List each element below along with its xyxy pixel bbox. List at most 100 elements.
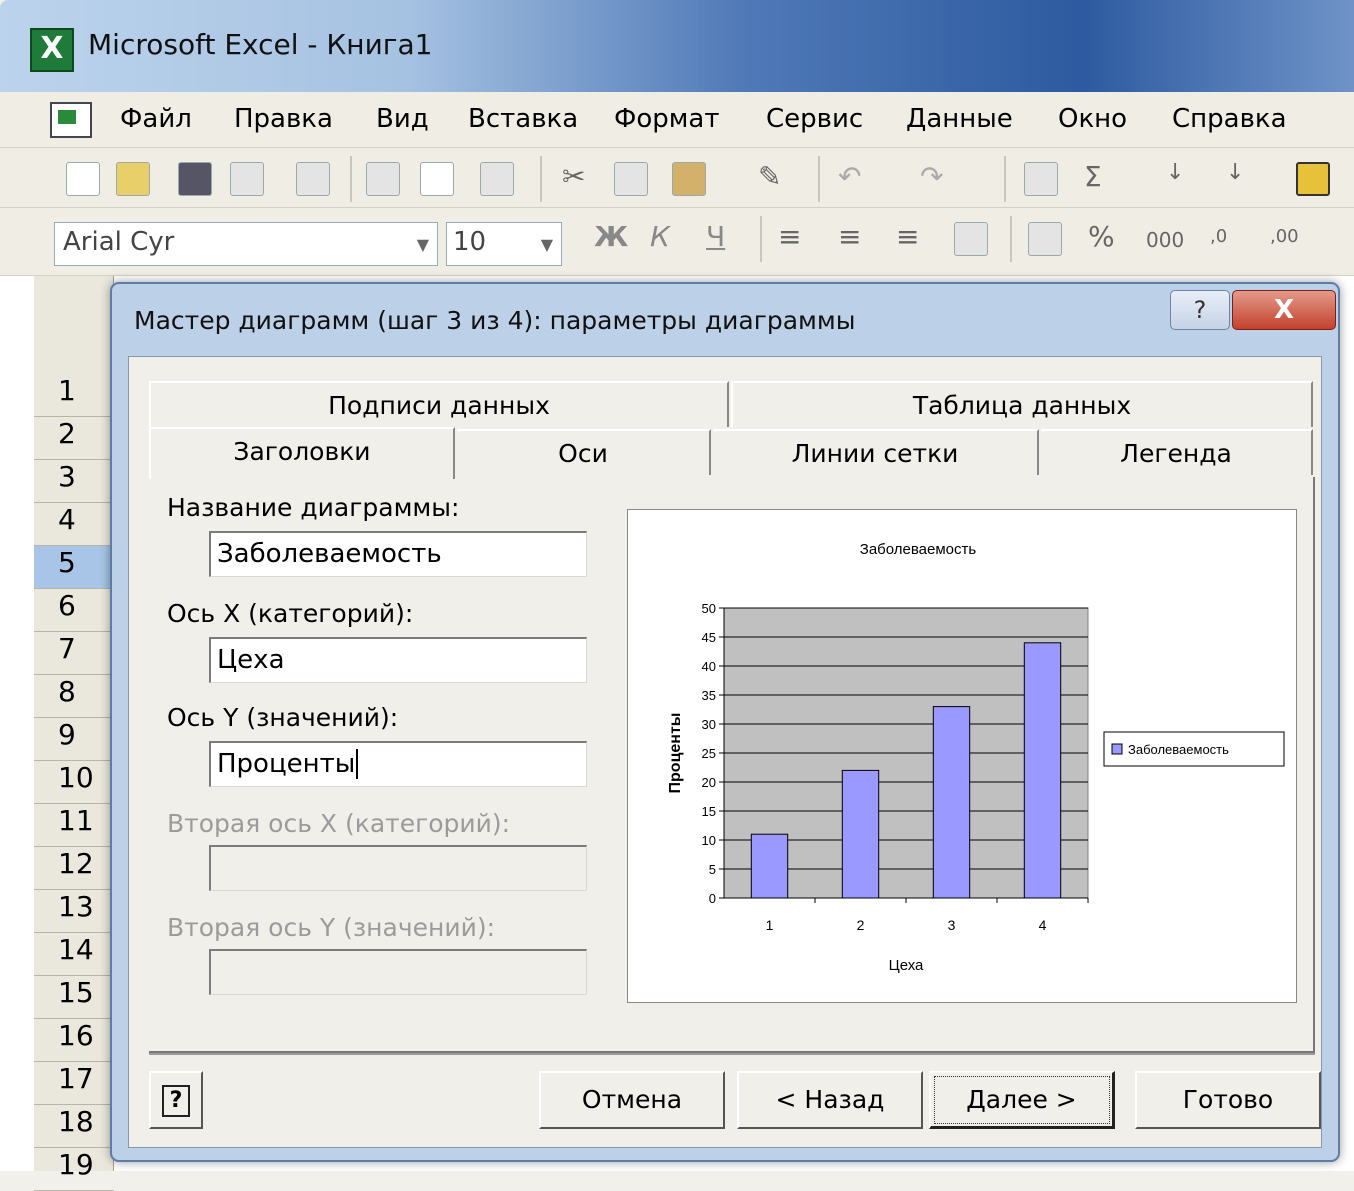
save-icon[interactable] xyxy=(178,162,212,196)
sort-ascending-icon[interactable]: ↓ xyxy=(1166,160,1184,185)
row-header[interactable]: 14 xyxy=(34,933,114,976)
open-folder-icon[interactable] xyxy=(116,162,150,196)
menu-file[interactable]: Файл xyxy=(120,104,192,134)
menu-insert[interactable]: Вставка xyxy=(468,104,578,134)
align-left-icon[interactable]: ≡ xyxy=(778,220,801,253)
underline-icon[interactable]: Ч xyxy=(706,220,725,253)
paste-icon[interactable] xyxy=(672,162,706,196)
row-header[interactable]: 6 xyxy=(34,589,114,632)
cancel-button[interactable]: Отмена xyxy=(539,1071,725,1129)
row-header[interactable]: 17 xyxy=(34,1062,114,1105)
print-preview-icon[interactable] xyxy=(420,162,454,196)
copy-icon[interactable] xyxy=(614,162,648,196)
y-tick-label: 25 xyxy=(702,746,716,761)
percent-icon[interactable]: % xyxy=(1088,220,1115,253)
row-header[interactable]: 18 xyxy=(34,1105,114,1148)
format-painter-icon[interactable]: ✎ xyxy=(758,160,781,193)
row-header[interactable]: 2 xyxy=(34,417,114,460)
row-header[interactable]: 12 xyxy=(34,847,114,890)
cut-icon[interactable]: ✂ xyxy=(562,160,585,193)
menu-data[interactable]: Данные xyxy=(906,104,1013,134)
y-tick-label: 30 xyxy=(702,717,716,732)
print-icon[interactable] xyxy=(366,162,400,196)
row-header[interactable]: 1 xyxy=(34,374,114,417)
permission-icon[interactable] xyxy=(230,162,264,196)
new-file-icon[interactable] xyxy=(66,162,100,196)
font-name-select[interactable]: Arial Cyr ▼ xyxy=(54,222,438,266)
x-tick-label: 3 xyxy=(948,917,956,933)
row-header[interactable]: 15 xyxy=(34,976,114,1019)
close-button[interactable]: X xyxy=(1232,290,1336,330)
y-axis-title-label: Ось Y (значений): xyxy=(167,703,399,732)
row-header[interactable]: 13 xyxy=(34,890,114,933)
font-size-select[interactable]: 10 ▼ xyxy=(446,222,562,266)
row-header[interactable]: 7 xyxy=(34,632,114,675)
workbook-icon[interactable] xyxy=(50,102,92,138)
finish-button[interactable]: Готово xyxy=(1135,1071,1321,1129)
menu-format[interactable]: Формат xyxy=(614,104,720,134)
y-tick-label: 15 xyxy=(702,804,716,819)
chart-title-input[interactable]: Заболеваемость xyxy=(209,531,587,577)
tab-gridlines[interactable]: Линии сетки xyxy=(713,429,1039,475)
help-title-button[interactable]: ? xyxy=(1170,290,1230,330)
row-header[interactable]: 11 xyxy=(34,804,114,847)
row-header[interactable]: 8 xyxy=(34,675,114,718)
row-header[interactable]: 3 xyxy=(34,460,114,503)
bar xyxy=(1023,642,1062,899)
autosum-icon[interactable]: Σ xyxy=(1084,160,1102,193)
menu-edit[interactable]: Правка xyxy=(234,104,333,134)
tab-data-labels[interactable]: Подписи данных xyxy=(149,381,729,427)
excel-app-icon[interactable]: X xyxy=(30,28,74,72)
increase-decimal-icon[interactable]: ,0 xyxy=(1210,226,1227,247)
row-header[interactable]: 9 xyxy=(34,718,114,761)
window-titlebar: X Microsoft Excel - Книга1 xyxy=(0,0,1354,92)
help-button[interactable]: ? xyxy=(149,1071,203,1129)
undo-icon[interactable]: ↶ xyxy=(838,160,861,193)
tab-data-table[interactable]: Таблица данных xyxy=(731,381,1313,427)
y-tick-label: 50 xyxy=(702,601,716,616)
tab-axes[interactable]: Оси xyxy=(457,429,711,475)
tab-titles[interactable]: Заголовки xyxy=(149,427,455,479)
bold-icon[interactable]: Ж xyxy=(594,220,628,253)
bar xyxy=(932,706,971,899)
dialog-title: Мастер диаграмм (шаг 3 из 4): параметры … xyxy=(134,306,856,335)
y-tick-label: 35 xyxy=(702,688,716,703)
sort-descending-icon[interactable]: ↓ xyxy=(1226,160,1244,185)
help-icon: ? xyxy=(162,1085,190,1117)
spelling-icon[interactable] xyxy=(480,162,514,196)
align-right-icon[interactable]: ≡ xyxy=(896,220,919,253)
italic-icon[interactable]: К xyxy=(650,220,670,253)
x-axis-title-input[interactable]: Цеха xyxy=(209,637,587,683)
merge-center-icon[interactable] xyxy=(954,222,988,256)
menu-help[interactable]: Справка xyxy=(1172,104,1287,134)
window-title: Microsoft Excel - Книга1 xyxy=(88,28,433,61)
back-button[interactable]: < Назад xyxy=(737,1071,923,1129)
hyperlink-icon[interactable] xyxy=(1024,162,1058,196)
menu-window[interactable]: Окно xyxy=(1058,104,1127,134)
email-icon[interactable] xyxy=(296,162,330,196)
thousands-icon[interactable]: 000 xyxy=(1146,228,1184,252)
menu-view[interactable]: Вид xyxy=(376,104,429,134)
row-header[interactable]: 10 xyxy=(34,761,114,804)
decrease-decimal-icon[interactable]: ,00 xyxy=(1270,226,1299,247)
y-axis-title-input[interactable]: Проценты​ xyxy=(209,741,587,787)
legend-swatch xyxy=(1111,743,1123,755)
y-axis-title: Проценты xyxy=(667,713,684,794)
menu-tools[interactable]: Сервис xyxy=(766,104,863,134)
text-cursor: ​ xyxy=(356,749,359,779)
next-button[interactable]: Далее > xyxy=(929,1071,1115,1129)
chevron-down-icon: ▼ xyxy=(416,235,429,254)
align-center-icon[interactable]: ≡ xyxy=(838,220,861,253)
chart-wizard-icon[interactable] xyxy=(1296,162,1330,196)
row-header[interactable]: 16 xyxy=(34,1019,114,1062)
chart-title: Заболеваемость xyxy=(860,541,977,558)
chart-wizard-dialog: Мастер диаграмм (шаг 3 из 4): параметры … xyxy=(110,282,1340,1162)
dialog-body: Подписи данных Таблица данных Заголовки … xyxy=(128,356,1322,1148)
tab-legend[interactable]: Легенда xyxy=(1041,429,1313,475)
row-header[interactable]: 5 xyxy=(34,546,114,589)
row-header[interactable]: 19 xyxy=(34,1148,114,1191)
redo-icon[interactable]: ↷ xyxy=(920,160,943,193)
toolbar-separator xyxy=(1004,156,1006,202)
currency-icon[interactable] xyxy=(1028,222,1062,256)
row-header[interactable]: 4 xyxy=(34,503,114,546)
